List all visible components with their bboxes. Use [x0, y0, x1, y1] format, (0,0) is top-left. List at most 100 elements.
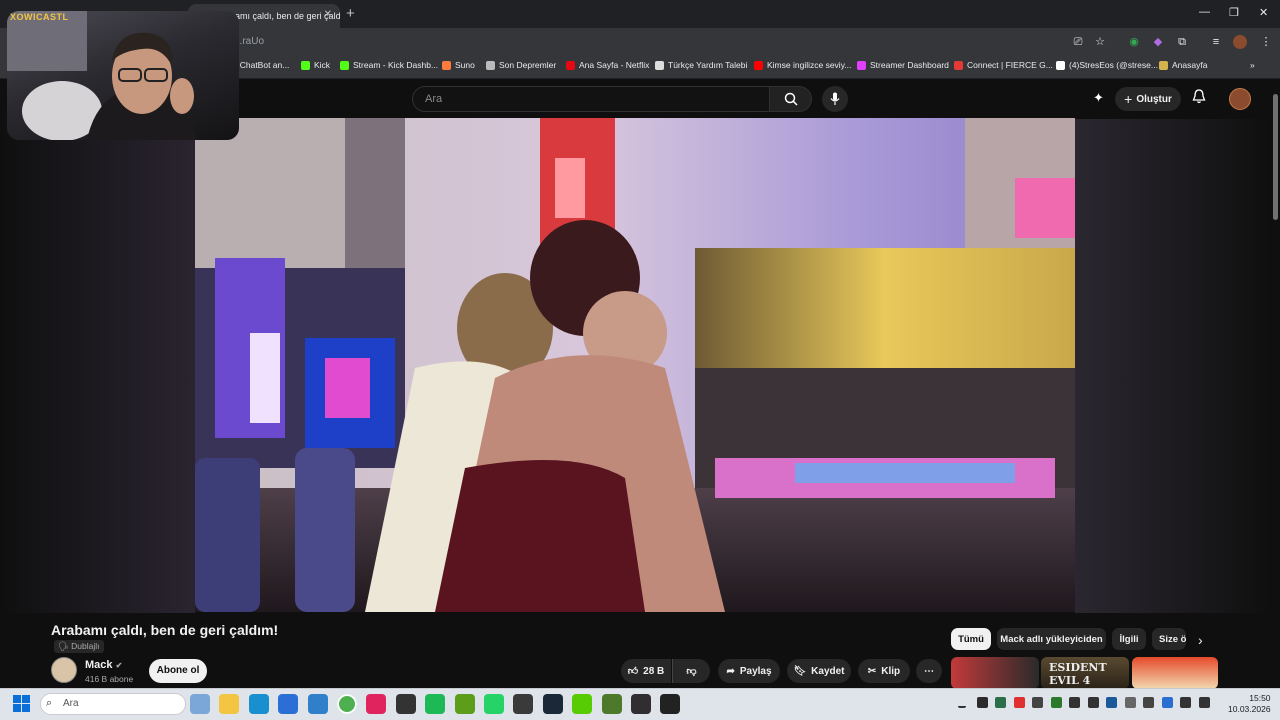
recording-app-icon[interactable] — [395, 694, 416, 714]
extension-twitch-icon[interactable]: ◆ — [1151, 35, 1165, 49]
share-button[interactable]: ➦ Paylaş — [718, 659, 780, 683]
tray-app-icon[interactable] — [1087, 697, 1099, 708]
outlook-icon[interactable] — [307, 694, 328, 714]
bookmark-star-icon[interactable]: ☆ — [1093, 35, 1107, 49]
chip-for-you[interactable]: Size ö — [1152, 628, 1186, 650]
minimize-icon[interactable]: — — [1199, 6, 1210, 18]
bookmark-favicon-icon — [340, 60, 349, 70]
bookmark-item[interactable]: Suno — [442, 60, 475, 70]
dubbed-label: Dublajlı — [71, 641, 100, 651]
clock-time: 15:50 — [1249, 693, 1271, 703]
related-video-thumbnail[interactable]: ESIDENT EVIL 4 — [1041, 657, 1129, 689]
create-button[interactable]: + Oluştur — [1115, 87, 1181, 111]
bookmark-label: Streamer Dashboard — [870, 60, 949, 70]
tray-app-icon[interactable] — [1106, 697, 1117, 708]
save-button[interactable]: 🔖︎ Kaydet — [787, 659, 851, 683]
bookmark-item[interactable]: Stream - Kick Dashb... — [340, 60, 438, 70]
obs-icon[interactable] — [631, 694, 651, 714]
file-explorer-icon[interactable] — [219, 694, 240, 714]
edge-icon[interactable] — [248, 694, 269, 714]
tray-app-icon[interactable] — [1143, 697, 1154, 708]
scrollbar-thumb[interactable] — [1273, 94, 1278, 220]
taskbar-search-input[interactable]: Ara — [40, 693, 186, 715]
bookmarks-overflow-icon[interactable]: » — [1250, 60, 1255, 70]
widgets-icon[interactable] — [190, 694, 210, 714]
opera-icon[interactable] — [366, 694, 387, 714]
related-video-thumbnail[interactable] — [951, 657, 1039, 689]
tray-app-icon[interactable] — [1069, 697, 1080, 708]
search-button[interactable] — [770, 86, 812, 112]
channel-name[interactable]: Mack ✔ — [85, 659, 122, 671]
bookmark-favicon-icon — [857, 60, 866, 70]
tray-app-icon[interactable] — [1032, 697, 1043, 708]
microphone-icon — [830, 92, 840, 105]
epic-games-icon[interactable] — [660, 694, 681, 714]
subscribe-button[interactable]: Abone ol — [149, 659, 207, 683]
terminal-icon[interactable] — [513, 694, 534, 714]
video-player[interactable] — [195, 118, 1075, 612]
close-window-icon[interactable]: ✕ — [1259, 6, 1268, 19]
bookmark-item[interactable]: Connect | FIERCE G... — [954, 60, 1053, 70]
profile-icon[interactable] — [1233, 35, 1247, 49]
like-button[interactable]: 👍︎ 28 B — [621, 659, 671, 683]
windows-start-icon[interactable] — [13, 695, 30, 717]
tray-app-icon[interactable] — [976, 697, 988, 708]
tray-network-icon[interactable] — [1180, 697, 1191, 708]
bookmark-icon: 🔖︎ — [793, 665, 807, 677]
bookmark-favicon-icon — [954, 60, 963, 70]
extension-shield-icon[interactable]: ◉ — [1127, 35, 1141, 49]
install-icon[interactable]: ⎚ — [1071, 35, 1085, 49]
bookmark-item[interactable]: Kick — [301, 60, 330, 70]
notifications-bell-icon[interactable] — [1192, 89, 1206, 107]
voice-search-button[interactable] — [822, 86, 848, 112]
tray-expand-icon[interactable] — [958, 697, 966, 708]
webcam-overlay — [7, 11, 239, 140]
store-icon[interactable] — [278, 694, 299, 714]
whatsapp-icon[interactable] — [484, 694, 504, 714]
chip-related[interactable]: İlgili — [1112, 628, 1146, 650]
sparkle-icon[interactable]: ✦ — [1093, 90, 1104, 106]
duolingo-icon[interactable] — [572, 694, 593, 714]
account-avatar[interactable] — [1229, 88, 1251, 110]
browser-menu-icon[interactable]: ⋮ — [1259, 35, 1273, 49]
channel-avatar[interactable] — [51, 657, 77, 683]
bookmark-item[interactable]: Anasayfa — [1159, 60, 1207, 70]
tray-volume-icon[interactable] — [1198, 697, 1210, 708]
dislike-button[interactable]: 👎︎ — [672, 659, 710, 683]
spotify-icon[interactable] — [425, 694, 446, 714]
tray-app-icon[interactable] — [1013, 697, 1025, 708]
chrome-icon[interactable] — [337, 694, 357, 714]
close-tab-icon[interactable]: ✕ — [324, 9, 332, 20]
new-tab-icon[interactable]: + — [346, 5, 355, 22]
bookmark-favicon-icon — [1056, 60, 1065, 70]
bookmark-favicon-icon — [754, 60, 763, 70]
extensions-icon[interactable]: ⧉ — [1175, 35, 1189, 49]
reading-list-icon[interactable]: ≡ — [1209, 35, 1223, 49]
tray-app-icon[interactable] — [995, 697, 1006, 708]
chip-all[interactable]: Tümü — [951, 628, 991, 650]
bookmark-item[interactable]: (4)StresEos (@strese... — [1056, 60, 1158, 70]
more-actions-button[interactable]: ⋯ — [916, 659, 942, 683]
clip-button[interactable]: ✂ Klip — [858, 659, 910, 683]
steam-icon[interactable] — [542, 694, 563, 714]
bookmark-item[interactable]: Kimse ingilizce seviy... — [754, 60, 851, 70]
minecraft-icon[interactable] — [601, 694, 622, 714]
search-input[interactable]: Ara — [412, 86, 770, 112]
restore-icon[interactable]: ❐ — [1229, 6, 1239, 19]
bookmark-item[interactable]: Ana Sayfa - Netflix — [566, 60, 649, 70]
chips-next-icon[interactable]: › — [1198, 632, 1203, 648]
video-title: Arabamı çaldı, ben de geri çaldım! — [51, 622, 279, 638]
ambient-glow-left — [0, 119, 195, 613]
nvidia-icon[interactable] — [454, 694, 475, 714]
bookmark-item[interactable]: Streamer Dashboard — [857, 60, 949, 70]
tray-app-icon[interactable] — [1124, 697, 1136, 708]
chip-uploader[interactable]: Mack adlı yükleyiciden — [997, 628, 1106, 650]
create-label: Oluştur — [1136, 93, 1172, 105]
tray-mic-icon[interactable] — [1161, 697, 1173, 708]
bookmark-favicon-icon — [301, 60, 310, 70]
system-clock[interactable]: 15:50 10.03.2026 — [1228, 693, 1271, 715]
bookmark-item[interactable]: Türkçe Yardım Talebi — [655, 60, 747, 70]
related-video-thumbnail[interactable] — [1132, 657, 1218, 689]
tray-app-icon[interactable] — [1050, 697, 1062, 708]
bookmark-item[interactable]: Son Depremler — [486, 60, 556, 70]
